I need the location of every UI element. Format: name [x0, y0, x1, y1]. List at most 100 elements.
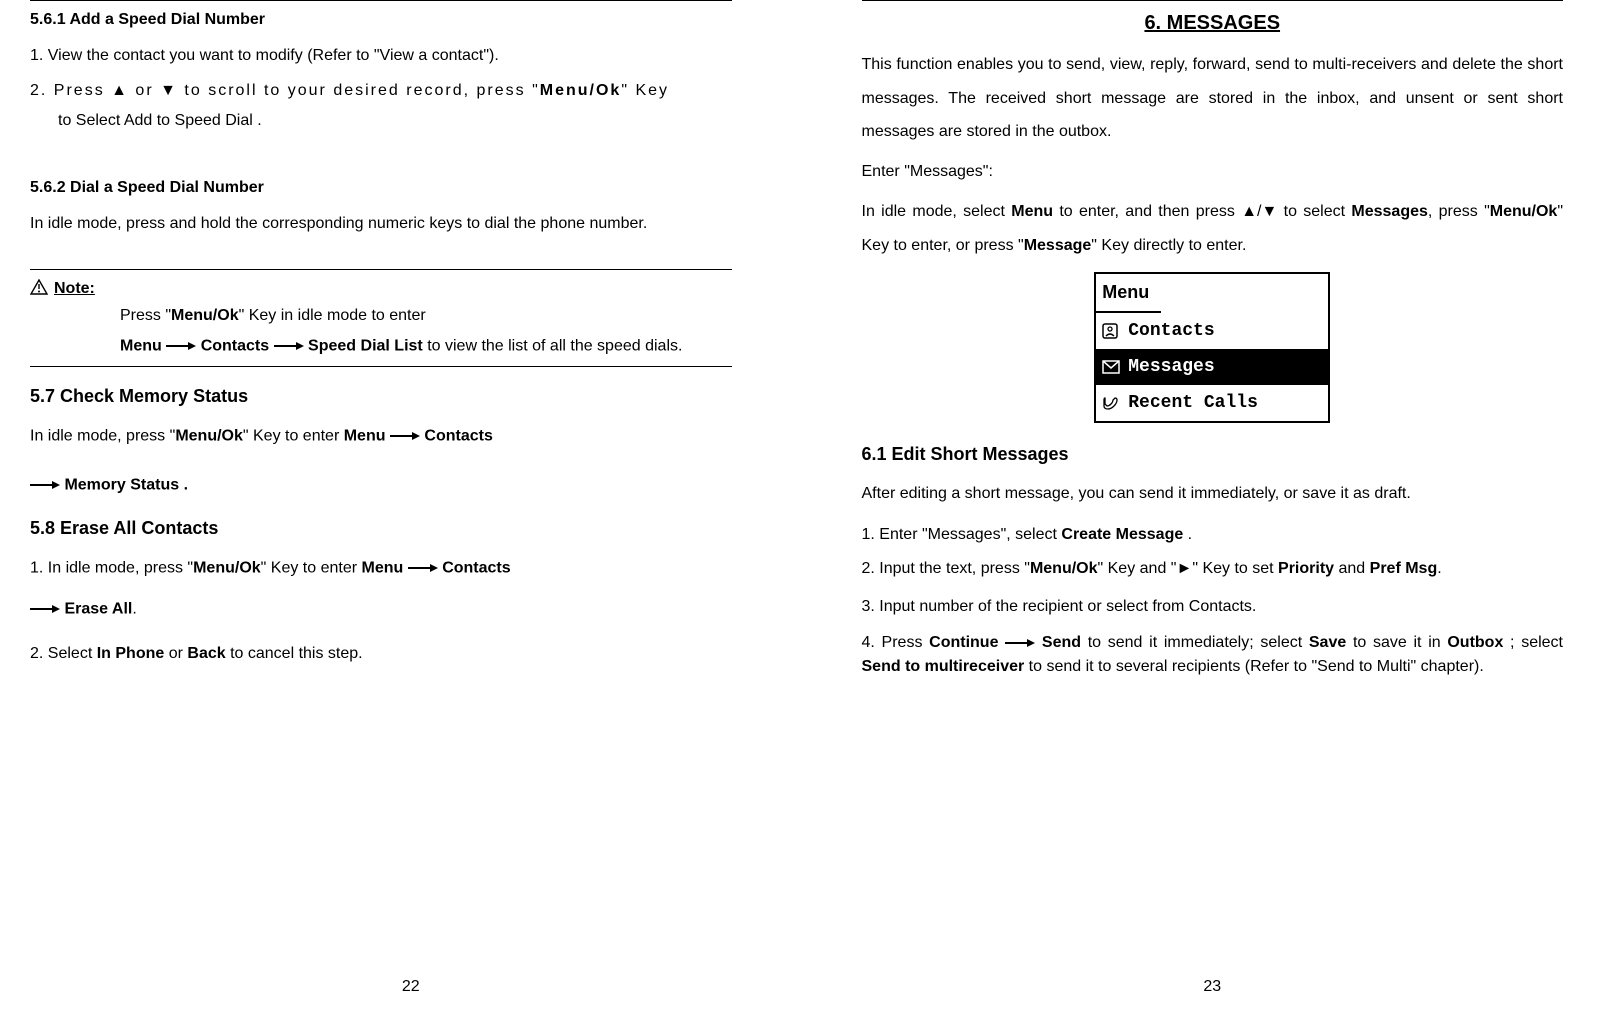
intro-61: After editing a short message, you can s… [862, 479, 1564, 509]
up-arrow-icon: ▲ [111, 76, 129, 106]
step-61-4: 4. Press Continue Send to send it immedi… [862, 631, 1564, 679]
down-arrow-icon: ▼ [160, 76, 178, 106]
menuok-label: Menu/Ok [540, 82, 622, 99]
heading-561: 5.6.1 Add a Speed Dial Number [30, 5, 732, 35]
text: . [1183, 526, 1192, 543]
intro-6: This function enables you to send, view,… [862, 48, 1564, 149]
step-61-2: 2. Input the text, press "Menu/Ok" Key a… [862, 554, 1564, 584]
text: In idle mode, select [862, 203, 1012, 220]
screen-title: Menu [1096, 274, 1161, 312]
text: to enter, and then press [1053, 203, 1241, 220]
prefmsg-label: Pref Msg [1370, 560, 1438, 577]
screen-row-label: Contacts [1128, 314, 1214, 348]
heading-61: 6.1 Edit Short Messages [862, 437, 1564, 471]
heading-chapter-6: 6. MESSAGES [862, 4, 1564, 42]
phone-screen-illustration: Menu Contacts Messages Recent Calls [1094, 272, 1330, 423]
text: 2. Press [30, 82, 111, 99]
up-arrow-icon: ▲ [1241, 195, 1257, 229]
text: to send it immediately; select [1081, 634, 1309, 651]
note-line-1: Press "Menu/Ok" Key in idle mode to ente… [120, 301, 732, 331]
outbox-label: Outbox [1447, 634, 1503, 651]
step-58-2: 2. Select In Phone or Back to cancel thi… [30, 639, 732, 669]
step-61-3: 3. Input number of the recipient or sele… [862, 592, 1564, 622]
menu-label: Menu [362, 559, 404, 576]
step-561-2: 2. Press ▲ or ▼ to scroll to your desire… [30, 76, 732, 106]
contacts-label: Contacts [442, 559, 510, 576]
screen-row-contacts: Contacts [1096, 313, 1328, 349]
text: 1. Enter "Messages", select [862, 526, 1062, 543]
arrow-icon [1005, 631, 1035, 655]
continue-label: Continue [929, 634, 998, 651]
save-label: Save [1309, 634, 1346, 651]
arrow-icon [390, 421, 420, 451]
contacts-label: Contacts [424, 428, 492, 445]
text: to send it to several recipients (Refer … [1024, 658, 1484, 675]
recent-calls-icon [1100, 394, 1122, 412]
text: or [164, 645, 187, 662]
heading-57: 5.7 Check Memory Status [30, 379, 732, 413]
menuok-label: Menu/Ok [171, 307, 239, 324]
in-phone-label: In Phone [97, 645, 165, 662]
body-57-cont: Memory Status . [30, 470, 732, 501]
page-number: 22 [0, 972, 822, 1002]
text: . [1437, 560, 1441, 577]
contacts-label: Contacts [201, 338, 269, 355]
arrow-icon [408, 553, 438, 583]
menuok-label: Menu/Ok [193, 559, 261, 576]
heading-562: 5.6.2 Dial a Speed Dial Number [30, 173, 732, 203]
text: " Key to enter [261, 559, 362, 576]
step-58-1-cont: Erase All. [30, 594, 732, 625]
text: " Key [621, 82, 669, 99]
text: , press " [1428, 203, 1490, 220]
text: " Key to enter [243, 428, 344, 445]
menu-label: Menu [120, 338, 162, 355]
text: to cancel this step. [226, 645, 363, 662]
screen-row-recent: Recent Calls [1096, 385, 1328, 421]
body-57: In idle mode, press "Menu/Ok" Key to ent… [30, 421, 732, 452]
arrow-icon [30, 594, 60, 624]
text: 4. Press [862, 634, 930, 651]
memory-status-label: Memory Status . [64, 476, 188, 493]
text: ; select [1503, 634, 1563, 651]
step-561-1: 1. View the contact you want to modify (… [30, 41, 732, 71]
text: to view the list of all the speed dials. [423, 338, 683, 355]
text: 2. Select [30, 645, 97, 662]
text: and [1334, 560, 1370, 577]
idle-instr: In idle mode, select Menu to enter, and … [862, 195, 1564, 262]
text: to scroll to your desired record, press … [178, 82, 540, 99]
send-multi-label: Send to multireceiver [862, 658, 1025, 675]
menuok-label: Menu/Ok [1490, 203, 1558, 220]
down-arrow-icon: ▼ [1261, 195, 1277, 229]
text: to select [1277, 203, 1351, 220]
step-61-1: 1. Enter "Messages", select Create Messa… [862, 520, 1564, 550]
step-561-2-cont: to Select Add to Speed Dial . [58, 106, 732, 136]
text: " Key directly to enter. [1091, 237, 1246, 254]
speed-dial-list-label: Speed Dial List [308, 338, 423, 355]
menuok-label: Menu/Ok [1030, 560, 1098, 577]
erase-all-label: Erase All [64, 600, 132, 617]
create-message-label: Create Message [1061, 526, 1183, 543]
menu-label: Menu [344, 428, 386, 445]
send-label: Send [1042, 634, 1081, 651]
note-line-2: Menu Contacts Speed Dial List to view th… [120, 331, 732, 362]
text: In idle mode, press " [30, 428, 175, 445]
back-label: Back [187, 645, 225, 662]
contacts-icon [1100, 322, 1122, 340]
screen-row-label: Messages [1128, 350, 1214, 384]
text: " Key and " [1098, 560, 1177, 577]
screen-row-label: Recent Calls [1128, 386, 1258, 420]
text: or [129, 82, 160, 99]
body-562: In idle mode, press and hold the corresp… [30, 209, 732, 239]
enter-messages: Enter "Messages": [862, 157, 1564, 187]
text: Press " [120, 307, 171, 324]
text: 1. In idle mode, press " [30, 559, 193, 576]
step-58-1: 1. In idle mode, press "Menu/Ok" Key to … [30, 553, 732, 584]
arrow-icon [274, 331, 304, 361]
heading-58: 5.8 Erase All Contacts [30, 511, 732, 545]
menuok-label: Menu/Ok [175, 428, 243, 445]
text: 2. Input the text, press " [862, 560, 1030, 577]
text: " Key in idle mode to enter [239, 307, 426, 324]
text: " Key to set [1192, 560, 1278, 577]
messages-label: Messages [1351, 203, 1428, 220]
text: to save it in [1346, 634, 1447, 651]
